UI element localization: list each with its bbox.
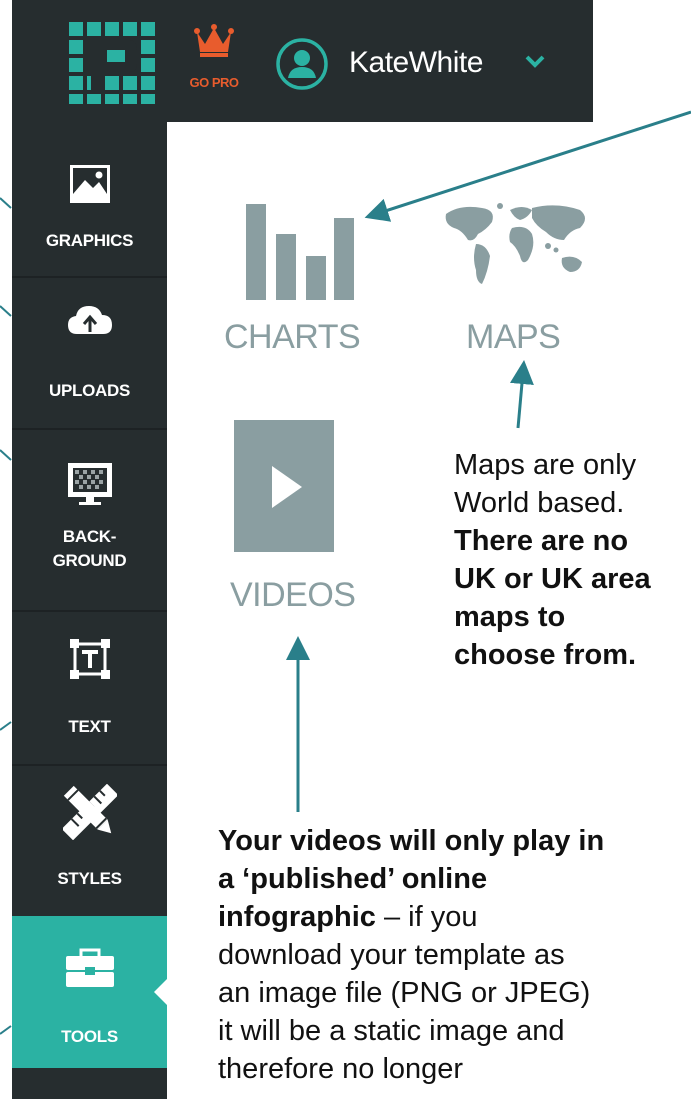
annotation-line: World based. [454, 487, 625, 519]
annotation-line: Your videos will only play in [218, 825, 605, 857]
annotation-line: infographic – if you [218, 898, 604, 936]
videos-annotation: Your videos will only play in a ‘publish… [218, 822, 604, 1088]
annotation-line: Maps are only [454, 449, 637, 481]
annotation-line: therefore no longer [218, 1053, 464, 1085]
annotation-line: it will be a static image and [218, 1015, 565, 1047]
annotation-line: choose from. [454, 639, 637, 671]
annotation-line: a ‘published’ online [218, 863, 488, 895]
annotation-line: There are no [454, 525, 629, 557]
annotation-bold-text: infographic [218, 901, 376, 933]
annotation-line: download your template as [218, 939, 565, 971]
annotation-text: – if you [375, 901, 478, 933]
annotation-line: maps to [454, 601, 566, 633]
maps-annotation: Maps are only World based. There are no … [454, 446, 651, 674]
annotation-line: UK or UK area [454, 563, 651, 595]
annotation-line: an image file (PNG or JPEG) [218, 977, 591, 1009]
